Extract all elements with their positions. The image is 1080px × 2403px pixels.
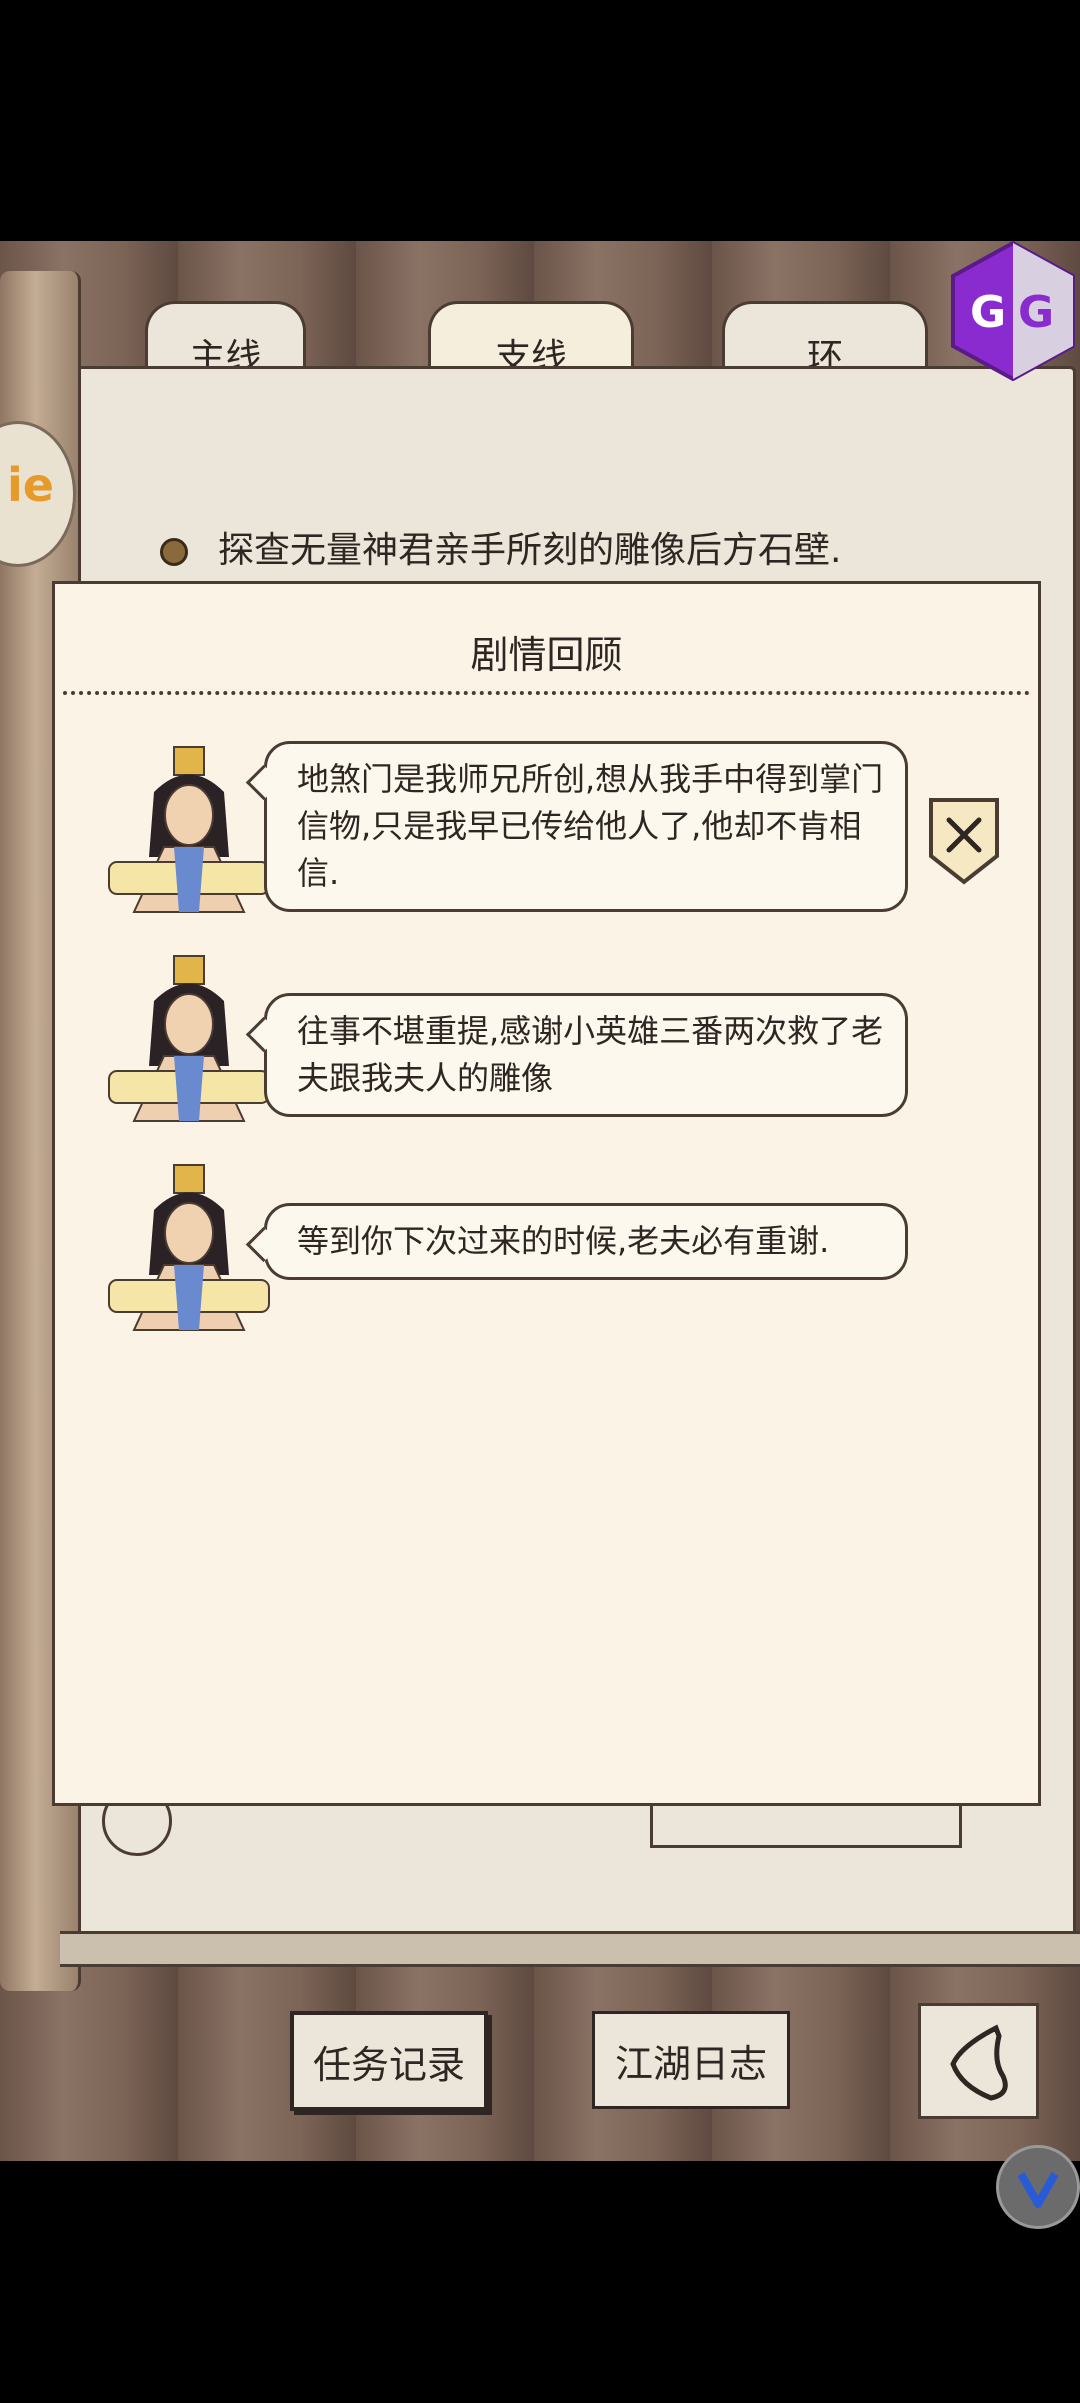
jianghu-log-label: 江湖日志: [614, 2041, 767, 2086]
npc-avatar: [108, 955, 270, 1122]
task-record-button[interactable]: 任务记录: [290, 2011, 488, 2111]
npc-avatar: [108, 746, 270, 913]
dialogue-bubble: 等到你下次过来的时候,老夫必有重谢.: [264, 1203, 908, 1280]
dialogue-bubble: 往事不堪重提,感谢小英雄三番两次救了老夫跟我夫人的雕像: [264, 993, 908, 1117]
dialogue-bubble: 地煞门是我师兄所创,想从我手中得到掌门信物,只是我早已传给他人了,他却不肯相信.: [264, 741, 908, 912]
quest-bullet-icon: [160, 538, 188, 566]
task-record-label: 任务记录: [312, 2042, 465, 2087]
quest-description[interactable]: 探查无量神君亲手所刻的雕像后方石壁.: [218, 521, 841, 573]
vivo-badge-icon[interactable]: [996, 2145, 1080, 2229]
scroll-bottom-edge: [60, 1931, 1080, 1967]
svg-text:G: G: [970, 287, 1006, 338]
npc-avatar: [108, 1164, 270, 1331]
close-icon[interactable]: [927, 796, 1001, 886]
back-arrow-icon[interactable]: [918, 2003, 1039, 2119]
gameguardian-icon[interactable]: G G: [948, 241, 1078, 381]
modal-title: 剧情回顾: [470, 633, 623, 677]
game-screen: 主线 支线 环 ie 探查无量神君亲手所刻的雕像后方石壁. G G 剧情回顾 地…: [0, 241, 1080, 2161]
svg-text:G: G: [1018, 287, 1054, 338]
modal-divider: [63, 691, 1030, 695]
jianghu-log-button[interactable]: 江湖日志: [592, 2011, 790, 2109]
vivo-badge-glyph: [1017, 2172, 1059, 2208]
